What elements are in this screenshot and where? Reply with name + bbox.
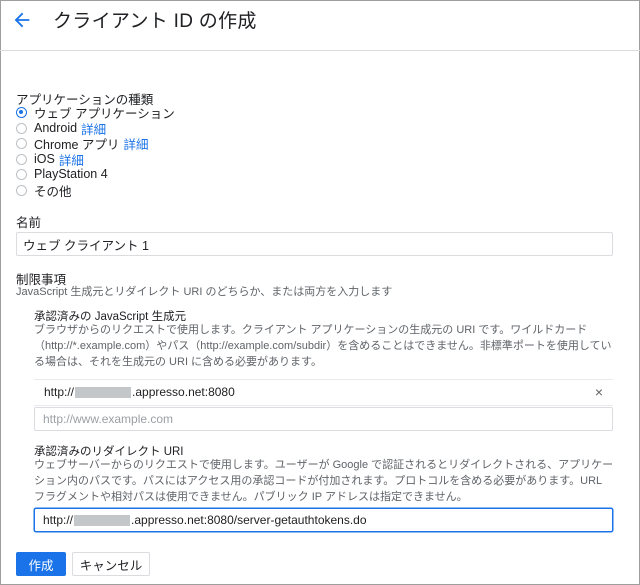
uri-suffix: .appresso.net:8080/server-getauthtokens.… [131,513,367,527]
js-origin-entry[interactable]: http:// .appresso.net:8080 × [34,379,613,406]
remove-origin-icon[interactable]: × [595,384,603,400]
redirect-desc-line: ウェブサーバーからのリクエストで使用します。ユーザーが Google で認証され… [34,459,614,471]
radio-label: PlayStation 4 [34,167,108,181]
back-arrow-icon[interactable] [11,9,33,31]
page-title: クライアント ID の作成 [53,11,257,32]
radio-label: iOS [34,152,55,166]
radio-button[interactable] [16,153,27,165]
radio-button[interactable] [16,122,27,134]
radio-button[interactable] [16,184,27,196]
cancel-button[interactable]: キャンセル [72,552,150,576]
js-origins-description: ブラウザからのリクエストで使用します。クライアント アプリケーションの生成元の … [34,322,624,370]
app-type-option-other[interactable]: その他 [16,182,72,199]
detail-link-chrome[interactable]: 詳細 [123,134,148,153]
radio-button[interactable] [16,168,27,180]
uri-suffix: .appresso.net:8080 [132,385,235,399]
page-header: クライアント ID の作成 [0,0,640,51]
radio-button[interactable] [16,137,27,149]
name-input[interactable] [16,232,613,256]
app-type-option-ios[interactable]: iOS 詳細 [16,151,84,168]
uri-prefix: http:// [43,513,74,527]
radio-label: その他 [34,184,72,199]
js-origins-desc-line: ブラウザからのリクエストで使用します。クライアント アプリケーションの生成元の … [34,324,588,336]
js-origins-desc-line: る場合は、それを生成元の URI に含める必要があります。 [34,356,322,368]
restrictions-description: JavaScript 生成元とリダイレクト URI のどちらか、または両方を入力… [16,286,393,298]
uri-prefix: http:// [44,385,75,399]
redirect-desc-line: ション内のパスです。パスにはアクセス用の承認コードが付加されます。プロトコルを含… [34,475,603,487]
redirect-desc-line: フラグメントや相対パスは使用できません。パブリック IP アドレスは指定できませ… [34,491,468,503]
js-origin-input[interactable] [34,407,613,431]
js-origin-entry-value: http:// .appresso.net:8080 [44,385,235,399]
redirect-uri-input[interactable]: http:// .appresso.net:8080/server-getaut… [34,508,613,532]
js-origins-desc-line: （http://*.example.com）やパス（http://example… [34,340,612,352]
name-label: 名前 [16,216,42,230]
redacted-host [75,386,132,398]
redacted-host [74,514,131,526]
radio-button-checked[interactable] [16,106,27,118]
create-button[interactable]: 作成 [16,552,66,576]
redirect-uris-description: ウェブサーバーからのリクエストで使用します。ユーザーが Google で認証され… [34,457,624,505]
